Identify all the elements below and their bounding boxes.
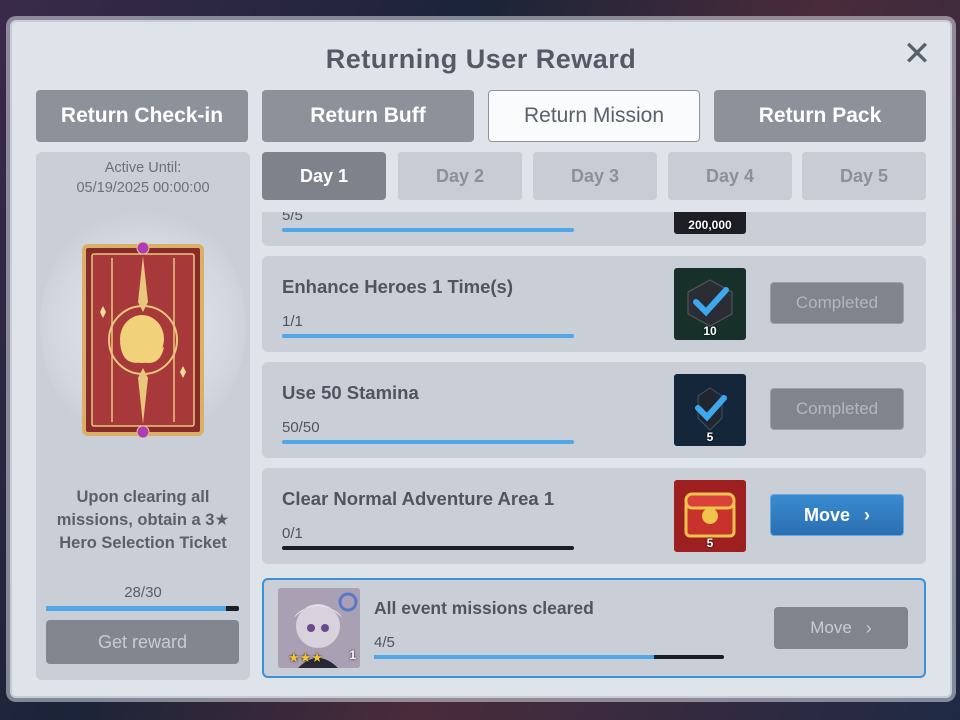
move-button-label: Move bbox=[803, 504, 850, 525]
hero-star-rating: ★★★ bbox=[288, 650, 323, 665]
mission-progress-bar bbox=[282, 228, 574, 232]
tab-return-check-in[interactable]: Return Check-in bbox=[36, 90, 248, 142]
ticket-progress-fill bbox=[46, 606, 227, 611]
tab-day-1[interactable]: Day 1 bbox=[262, 152, 386, 200]
mission-progress-text: 5/5 bbox=[282, 212, 303, 224]
reward-count: 5 bbox=[706, 536, 714, 550]
gold-coin-icon: 200,000 bbox=[674, 212, 746, 234]
mission-title: Enhance Heroes 1 Time(s) bbox=[282, 276, 513, 297]
mission-title: Use 50 Stamina bbox=[282, 382, 419, 403]
mission-progress-text: 50/50 bbox=[282, 419, 320, 436]
ticket-reward-panel: Active Until: 05/19/2025 00:00:00 Upon c… bbox=[36, 152, 250, 680]
tab-day-5[interactable]: Day 5 bbox=[802, 152, 926, 200]
active-until: Active Until: 05/19/2025 00:00:00 bbox=[36, 158, 250, 198]
reward-count: 200,000 bbox=[688, 218, 732, 232]
active-until-label: Active Until: bbox=[104, 160, 182, 176]
final-mission-progress-text: 4/5 bbox=[374, 634, 395, 651]
mission-item: Use 50 Stamina 50/50 5 Completed bbox=[262, 362, 926, 458]
ticket-progress-bar bbox=[46, 606, 239, 611]
final-move-button[interactable]: Move › bbox=[774, 607, 908, 649]
tab-return-mission[interactable]: Return Mission bbox=[488, 90, 700, 142]
mission-progress-fill bbox=[282, 334, 574, 338]
mission-progress-bar bbox=[282, 546, 574, 550]
final-mission-progress-bar bbox=[374, 655, 724, 659]
mission-progress-text: 1/1 bbox=[282, 313, 303, 330]
reward-count: 5 bbox=[706, 430, 714, 444]
hero-count: 1 bbox=[349, 648, 356, 662]
final-mission-title: All event missions cleared bbox=[374, 598, 594, 618]
tab-return-pack[interactable]: Return Pack bbox=[714, 90, 926, 142]
description-line: missions, obtain a 3★ bbox=[56, 511, 230, 529]
completed-button[interactable]: Completed bbox=[770, 388, 904, 430]
mission-progress-bar bbox=[282, 334, 574, 338]
mission-list[interactable]: 5/5 200,000 Enhance Heroes 1 Time(s) 1/1… bbox=[262, 212, 926, 566]
completed-button[interactable]: Completed bbox=[770, 282, 904, 324]
mission-item: 5/5 200,000 bbox=[262, 212, 926, 246]
hero-selection-ticket-icon bbox=[82, 241, 204, 439]
mission-progress-fill bbox=[282, 228, 574, 232]
reward-count: 10 bbox=[703, 324, 717, 338]
ticket-progress-text: 28/30 bbox=[124, 584, 162, 601]
mission-item: Clear Normal Adventure Area 1 0/1 5 Move… bbox=[262, 468, 926, 564]
hero-avatar: ★★★ 1 bbox=[278, 588, 360, 668]
tab-label: Return Mission bbox=[523, 104, 665, 127]
all-missions-cleared-item: ★★★ 1 All event missions cleared 4/5 Mov… bbox=[262, 578, 926, 678]
tab-day-4[interactable]: Day 4 bbox=[668, 152, 792, 200]
tab-label: Return Pack bbox=[758, 104, 882, 127]
mission-item: Enhance Heroes 1 Time(s) 1/1 10 Complete… bbox=[262, 256, 926, 352]
enhance-book-icon: 10 bbox=[674, 268, 746, 340]
tab-day-3[interactable]: Day 3 bbox=[533, 152, 657, 200]
mission-progress-text: 0/1 bbox=[282, 525, 303, 542]
stamina-item-icon: 5 bbox=[674, 374, 746, 446]
close-icon[interactable]: ✕ bbox=[902, 37, 932, 71]
tab-label: Return Buff bbox=[310, 104, 426, 127]
chevron-right-icon: › bbox=[865, 617, 872, 638]
mission-title: Clear Normal Adventure Area 1 bbox=[282, 488, 555, 509]
tab-return-buff[interactable]: Return Buff bbox=[262, 90, 474, 142]
move-button[interactable]: Move › bbox=[770, 494, 904, 536]
description-line: Hero Selection Ticket bbox=[59, 534, 227, 552]
get-reward-button[interactable]: Get reward bbox=[46, 620, 239, 664]
final-mission-progress-fill bbox=[374, 655, 654, 659]
active-until-date: 05/19/2025 00:00:00 bbox=[76, 180, 210, 196]
final-move-button-label: Move bbox=[810, 618, 852, 637]
ticket-description: Upon clearing all missions, obtain a 3★ … bbox=[44, 486, 242, 555]
tab-label: Return Check-in bbox=[60, 104, 224, 127]
mission-progress-bar bbox=[282, 440, 574, 444]
treasure-chest-icon: 5 bbox=[674, 480, 746, 552]
description-line: Upon clearing all bbox=[76, 488, 210, 506]
tab-day-2[interactable]: Day 2 bbox=[398, 152, 522, 200]
mission-progress-fill bbox=[282, 440, 574, 444]
dialog-title: Returning User Reward bbox=[325, 44, 637, 74]
chevron-right-icon: › bbox=[864, 504, 870, 525]
